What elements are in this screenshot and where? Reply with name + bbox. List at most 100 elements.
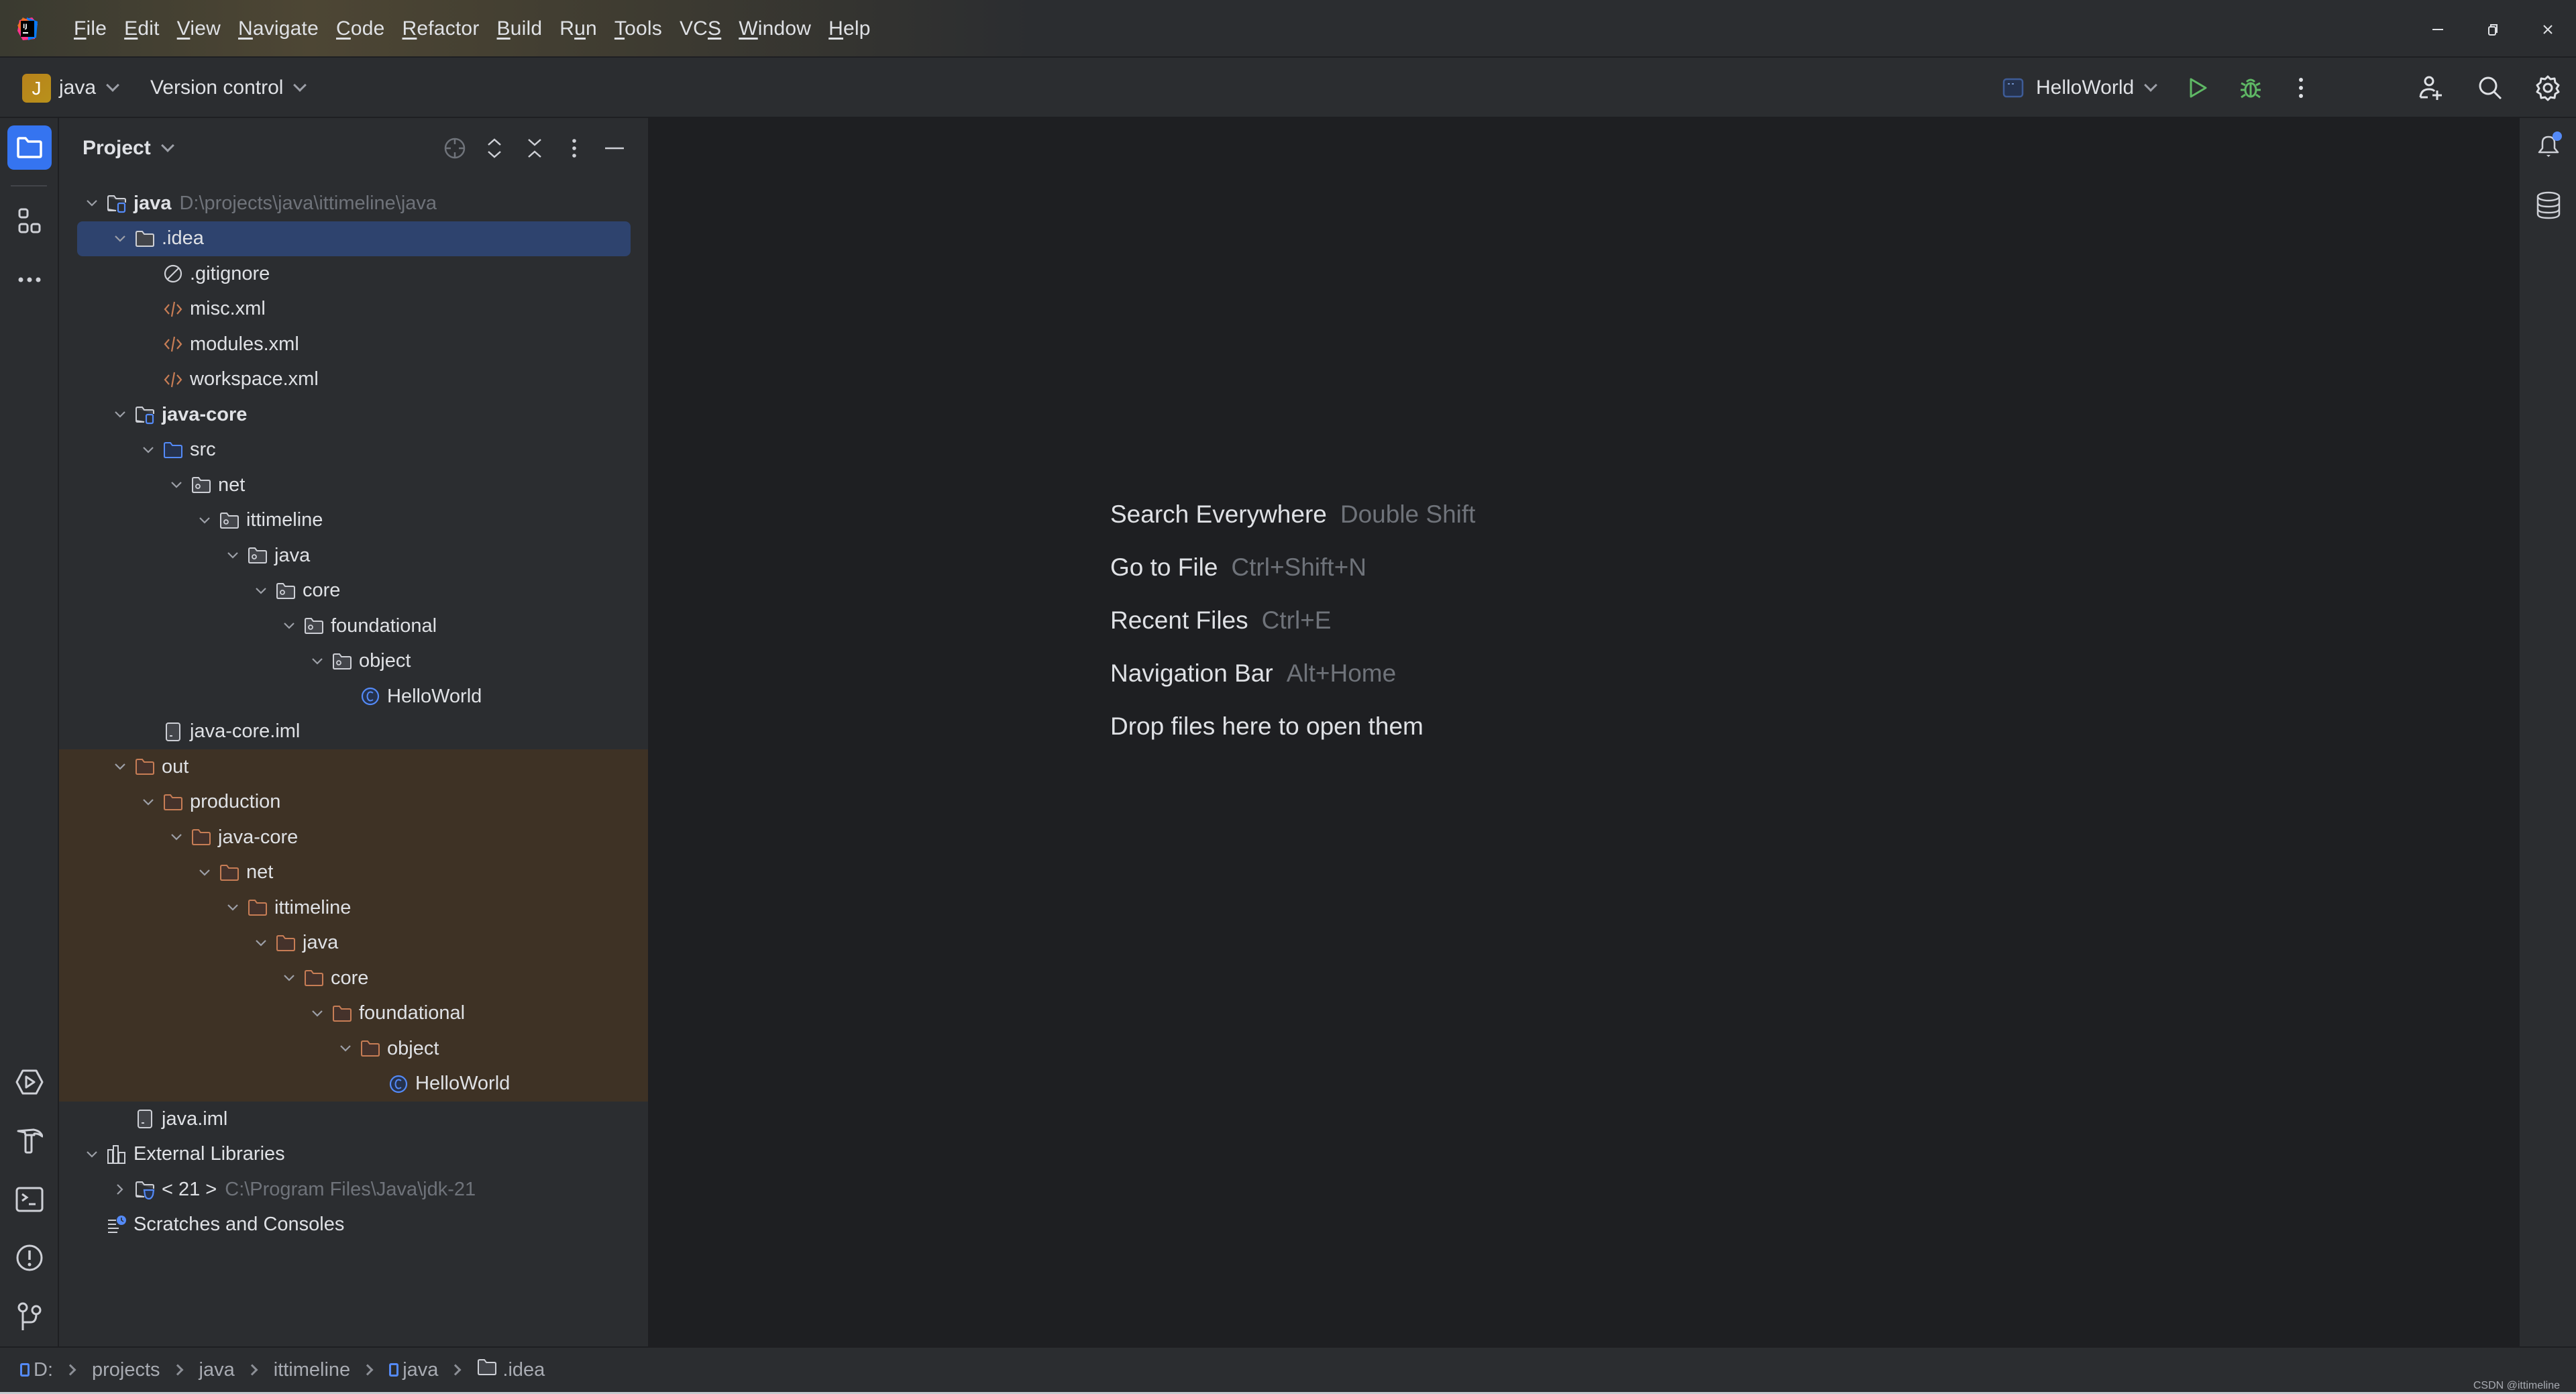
- chevron-down-icon[interactable]: [198, 514, 211, 527]
- menu-file[interactable]: File: [74, 17, 107, 40]
- tree-item[interactable]: ittimeline: [59, 503, 648, 539]
- breadcrumb-item[interactable]: ittimeline: [274, 1359, 350, 1381]
- chevron-down-icon[interactable]: [254, 584, 268, 598]
- close-window-button[interactable]: [2533, 15, 2563, 44]
- tree-item[interactable]: production: [59, 784, 648, 820]
- tree-item[interactable]: java-core: [59, 397, 648, 433]
- breadcrumb-item[interactable]: D:: [20, 1359, 53, 1381]
- code-with-me-button[interactable]: [2415, 71, 2449, 105]
- problems-tool-button[interactable]: [7, 1236, 52, 1280]
- chevron-down-icon[interactable]: [311, 1007, 324, 1020]
- chevron-down-icon[interactable]: [311, 655, 324, 668]
- build-tool-button[interactable]: [7, 1118, 52, 1163]
- tree-item[interactable]: src: [59, 433, 648, 468]
- chevron-down-icon[interactable]: [282, 971, 296, 985]
- settings-button[interactable]: [2531, 71, 2565, 105]
- intellij-logo-icon[interactable]: IJ: [17, 17, 38, 40]
- menu-refactor[interactable]: Refactor: [402, 17, 480, 40]
- chevron-down-icon[interactable]: [226, 549, 239, 562]
- debug-button[interactable]: [2234, 71, 2267, 105]
- collapse-all-button[interactable]: [518, 131, 551, 165]
- tree-item[interactable]: java-core.iml: [59, 714, 648, 750]
- run-button[interactable]: [2181, 71, 2214, 105]
- breadcrumb-item[interactable]: java: [199, 1359, 235, 1381]
- tree-item[interactable]: java D:\projects\java\ittimeline\java: [59, 186, 648, 221]
- tree-item[interactable]: modules.xml: [59, 327, 648, 362]
- tree-item[interactable]: object: [59, 644, 648, 680]
- tree-item[interactable]: out: [59, 749, 648, 785]
- chevron-down-icon[interactable]: [198, 866, 211, 879]
- chevron-right-icon[interactable]: [113, 1183, 127, 1196]
- chevron-down-icon[interactable]: [226, 901, 239, 914]
- tree-item[interactable]: object: [59, 1031, 648, 1067]
- tree-item[interactable]: External Libraries: [59, 1137, 648, 1173]
- chevron-down-icon[interactable]: [282, 619, 296, 633]
- tree-item[interactable]: ittimeline: [59, 890, 648, 926]
- breadcrumb-item[interactable]: projects: [92, 1359, 160, 1381]
- select-opened-file-button[interactable]: [438, 131, 472, 165]
- git-tool-button[interactable]: [7, 1295, 52, 1339]
- tree-item[interactable]: java.iml: [59, 1102, 648, 1137]
- tree-item[interactable]: .gitignore: [59, 256, 648, 292]
- menu-navigate[interactable]: Navigate: [238, 17, 319, 40]
- project-selector[interactable]: java: [59, 58, 119, 118]
- hide-panel-button[interactable]: [598, 131, 631, 165]
- expand-all-button[interactable]: [478, 131, 511, 165]
- tree-item[interactable]: .idea: [59, 221, 648, 257]
- tree-item[interactable]: foundational: [59, 996, 648, 1031]
- panel-options-button[interactable]: [557, 131, 591, 165]
- menu-vcs[interactable]: VCS: [680, 17, 721, 40]
- more-tools-button[interactable]: [7, 258, 52, 302]
- chevron-down-icon[interactable]: [170, 478, 183, 492]
- tree-item[interactable]: workspace.xml: [59, 362, 648, 398]
- menu-edit[interactable]: Edit: [124, 17, 160, 40]
- project-badge[interactable]: J: [22, 74, 51, 103]
- notifications-button[interactable]: [2526, 123, 2571, 168]
- tree-item[interactable]: < 21 > C:\Program Files\Java\jdk-21: [59, 1172, 648, 1208]
- breadcrumb-item[interactable]: .idea: [477, 1357, 545, 1383]
- chevron-down-icon[interactable]: [170, 830, 183, 844]
- chevron-down-icon[interactable]: [339, 1042, 352, 1055]
- chevron-down-icon[interactable]: [142, 796, 155, 809]
- tree-item[interactable]: foundational: [59, 608, 648, 644]
- minimize-button[interactable]: [2423, 15, 2453, 44]
- tree-item[interactable]: net: [59, 468, 648, 503]
- project-view-selector[interactable]: Project: [83, 118, 174, 178]
- tree-item[interactable]: misc.xml: [59, 292, 648, 327]
- menu-window[interactable]: Window: [739, 17, 811, 40]
- tree-item[interactable]: java: [59, 925, 648, 961]
- database-tool-button[interactable]: [2526, 183, 2571, 227]
- tree-item[interactable]: net: [59, 855, 648, 890]
- chevron-down-icon[interactable]: [85, 1148, 99, 1161]
- version-control-dropdown[interactable]: Version control: [150, 58, 307, 118]
- menu-code[interactable]: Code: [336, 17, 385, 40]
- chevron-down-icon[interactable]: [113, 408, 127, 421]
- tree-item[interactable]: HelloWorld: [59, 679, 648, 714]
- tree-item[interactable]: HelloWorld: [59, 1066, 648, 1102]
- chevron-down-icon[interactable]: [113, 760, 127, 773]
- menu-view[interactable]: View: [177, 17, 221, 40]
- tree-item[interactable]: java: [59, 538, 648, 574]
- terminal-tool-button[interactable]: [7, 1177, 52, 1222]
- menu-build[interactable]: Build: [497, 17, 543, 40]
- menu-run[interactable]: Run: [559, 17, 597, 40]
- chevron-down-icon[interactable]: [142, 443, 155, 457]
- chevron-down-icon[interactable]: [254, 936, 268, 950]
- run-configuration-dropdown[interactable]: HelloWorld: [2002, 58, 2158, 118]
- tree-item[interactable]: core: [59, 574, 648, 609]
- tree-item[interactable]: core: [59, 961, 648, 996]
- tree-item[interactable]: java-core: [59, 820, 648, 855]
- menu-tools[interactable]: Tools: [614, 17, 662, 40]
- chevron-down-icon[interactable]: [85, 197, 99, 210]
- breadcrumb-item[interactable]: java: [389, 1359, 438, 1381]
- search-everywhere-button[interactable]: [2473, 71, 2507, 105]
- restore-button[interactable]: [2478, 15, 2508, 44]
- menu-help[interactable]: Help: [828, 17, 871, 40]
- chevron-down-icon[interactable]: [113, 232, 127, 246]
- structure-tool-button[interactable]: [7, 199, 52, 244]
- project-tool-button[interactable]: [7, 125, 52, 170]
- more-actions-button[interactable]: [2284, 71, 2318, 105]
- editor-empty-area[interactable]: Search Everywhere Double Shift Go to File C…: [649, 118, 2518, 1346]
- tree-item[interactable]: Scratches and Consoles: [59, 1208, 648, 1243]
- services-tool-button[interactable]: [7, 1060, 52, 1104]
